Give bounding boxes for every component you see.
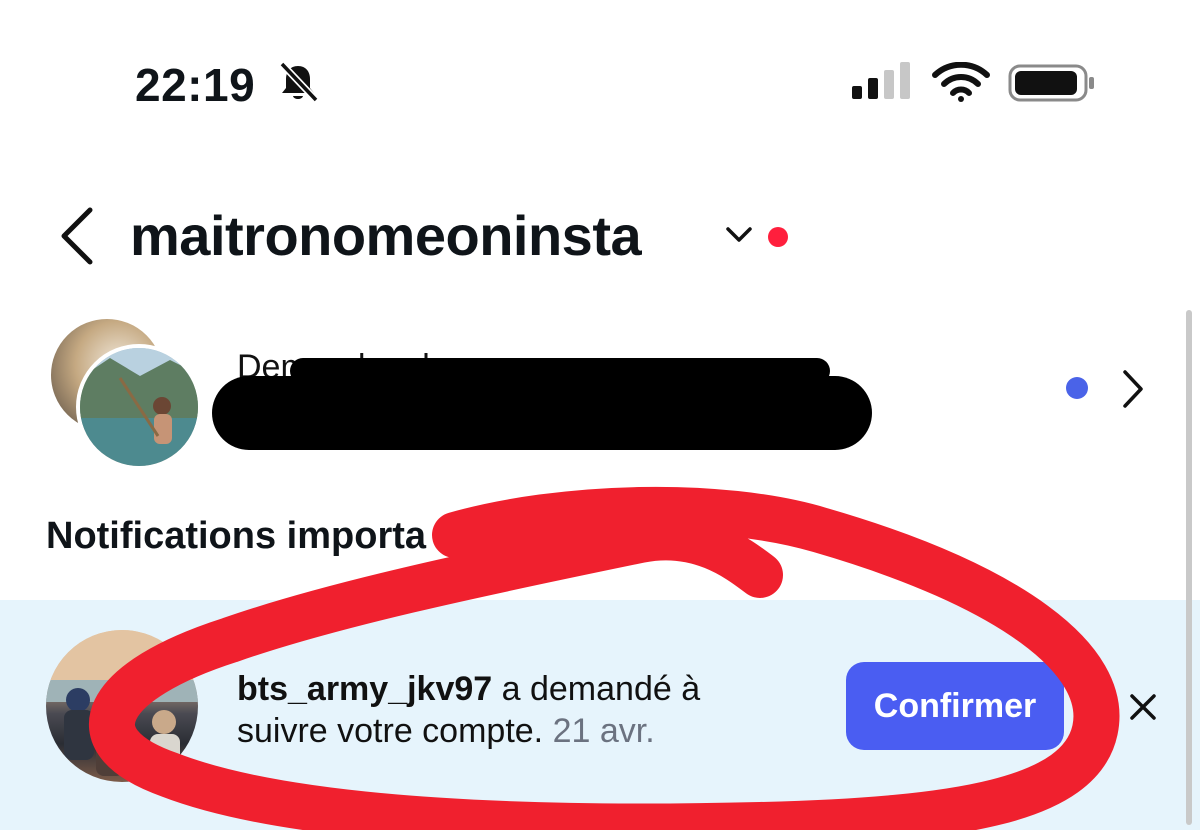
notification-avatar[interactable]	[46, 630, 198, 782]
signal-icon	[852, 62, 910, 99]
battery-icon	[1008, 64, 1094, 102]
new-request-indicator	[1066, 377, 1088, 399]
status-time: 22:19	[135, 59, 256, 111]
notification-message: bts_army_jkv97 a demandé à suivre votre …	[237, 668, 827, 752]
wifi-icon	[932, 62, 990, 102]
section-title: Notifications importa	[46, 515, 427, 557]
redaction-mark	[212, 376, 872, 450]
confirm-button[interactable]: Confirmer	[846, 662, 1064, 750]
notification-text-2: suivre votre compte.	[237, 712, 544, 750]
back-chevron-icon[interactable]	[56, 206, 100, 266]
notification-date: 21 avr.	[543, 712, 655, 750]
notification-text-1: a demandé à	[492, 670, 701, 708]
close-icon[interactable]	[1126, 690, 1160, 724]
unread-dot	[768, 227, 788, 247]
scrollbar[interactable]	[1186, 310, 1192, 825]
request-avatar-2	[76, 344, 202, 470]
chevron-down-icon[interactable]	[725, 226, 753, 244]
screen: 22:19 maitronomeoninsta Notifications im…	[0, 0, 1200, 830]
notification-username[interactable]: bts_army_jkv97	[237, 670, 492, 708]
account-username[interactable]: maitronomeoninsta	[130, 203, 642, 268]
bell-slash-icon	[279, 61, 319, 103]
chevron-right-icon[interactable]	[1120, 368, 1146, 410]
